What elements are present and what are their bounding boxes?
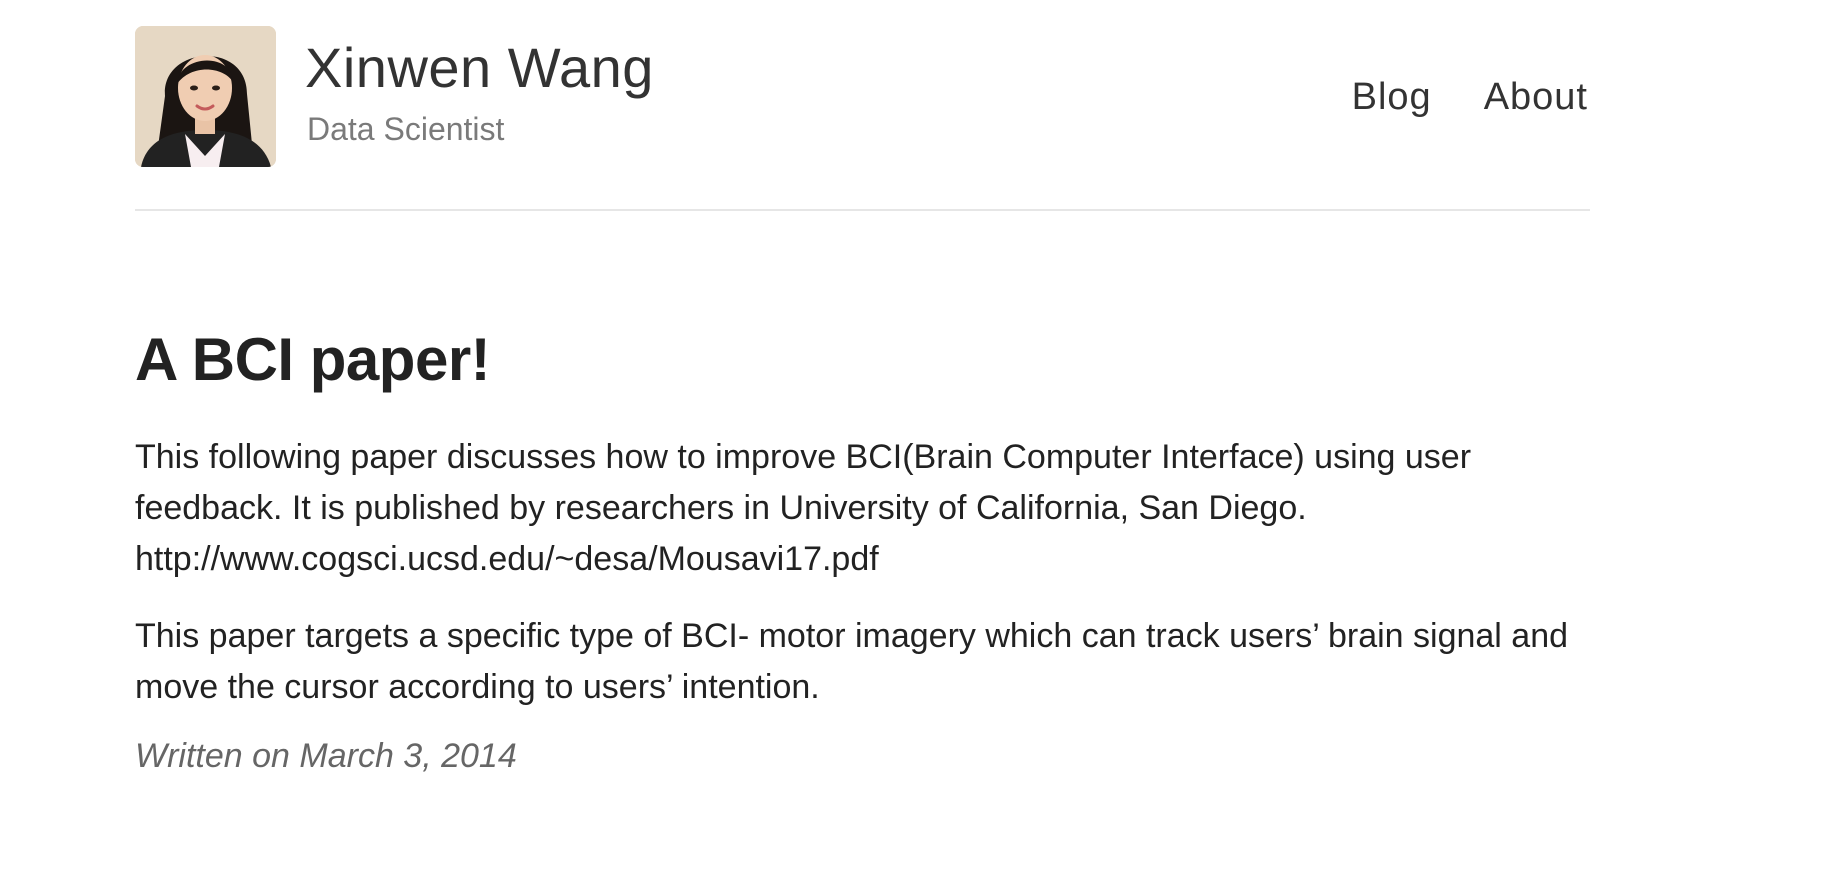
masthead: Xinwen Wang Data Scientist Blog About (135, 0, 1590, 211)
avatar[interactable] (135, 26, 276, 167)
site-name[interactable]: Xinwen Wang (305, 40, 654, 96)
paper-link[interactable]: http://www.cogsci.ucsd.edu/~desa/Mousavi… (135, 540, 879, 578)
post-date: Written on March 3, 2014 (135, 737, 517, 775)
nav-about-link[interactable]: About (1484, 78, 1588, 116)
main-nav: Blog About (1352, 78, 1588, 116)
post-paragraph: This paper targets a specific type of BC… (135, 617, 1569, 706)
nav-blog-link[interactable]: Blog (1352, 78, 1432, 116)
post: A BCI paper! This following paper discus… (135, 326, 1590, 775)
avatar-image (135, 26, 276, 167)
post-paragraph: This following paper discusses how to im… (135, 432, 1590, 585)
post-paragraph-text: This following paper discusses how to im… (135, 438, 1472, 527)
post-title: A BCI paper! (135, 326, 491, 393)
page-container: Xinwen Wang Data Scientist Blog About A … (135, 0, 1590, 773)
site-description: Data Scientist (307, 111, 505, 147)
post-entry: This following paper discusses how to im… (135, 432, 1590, 713)
